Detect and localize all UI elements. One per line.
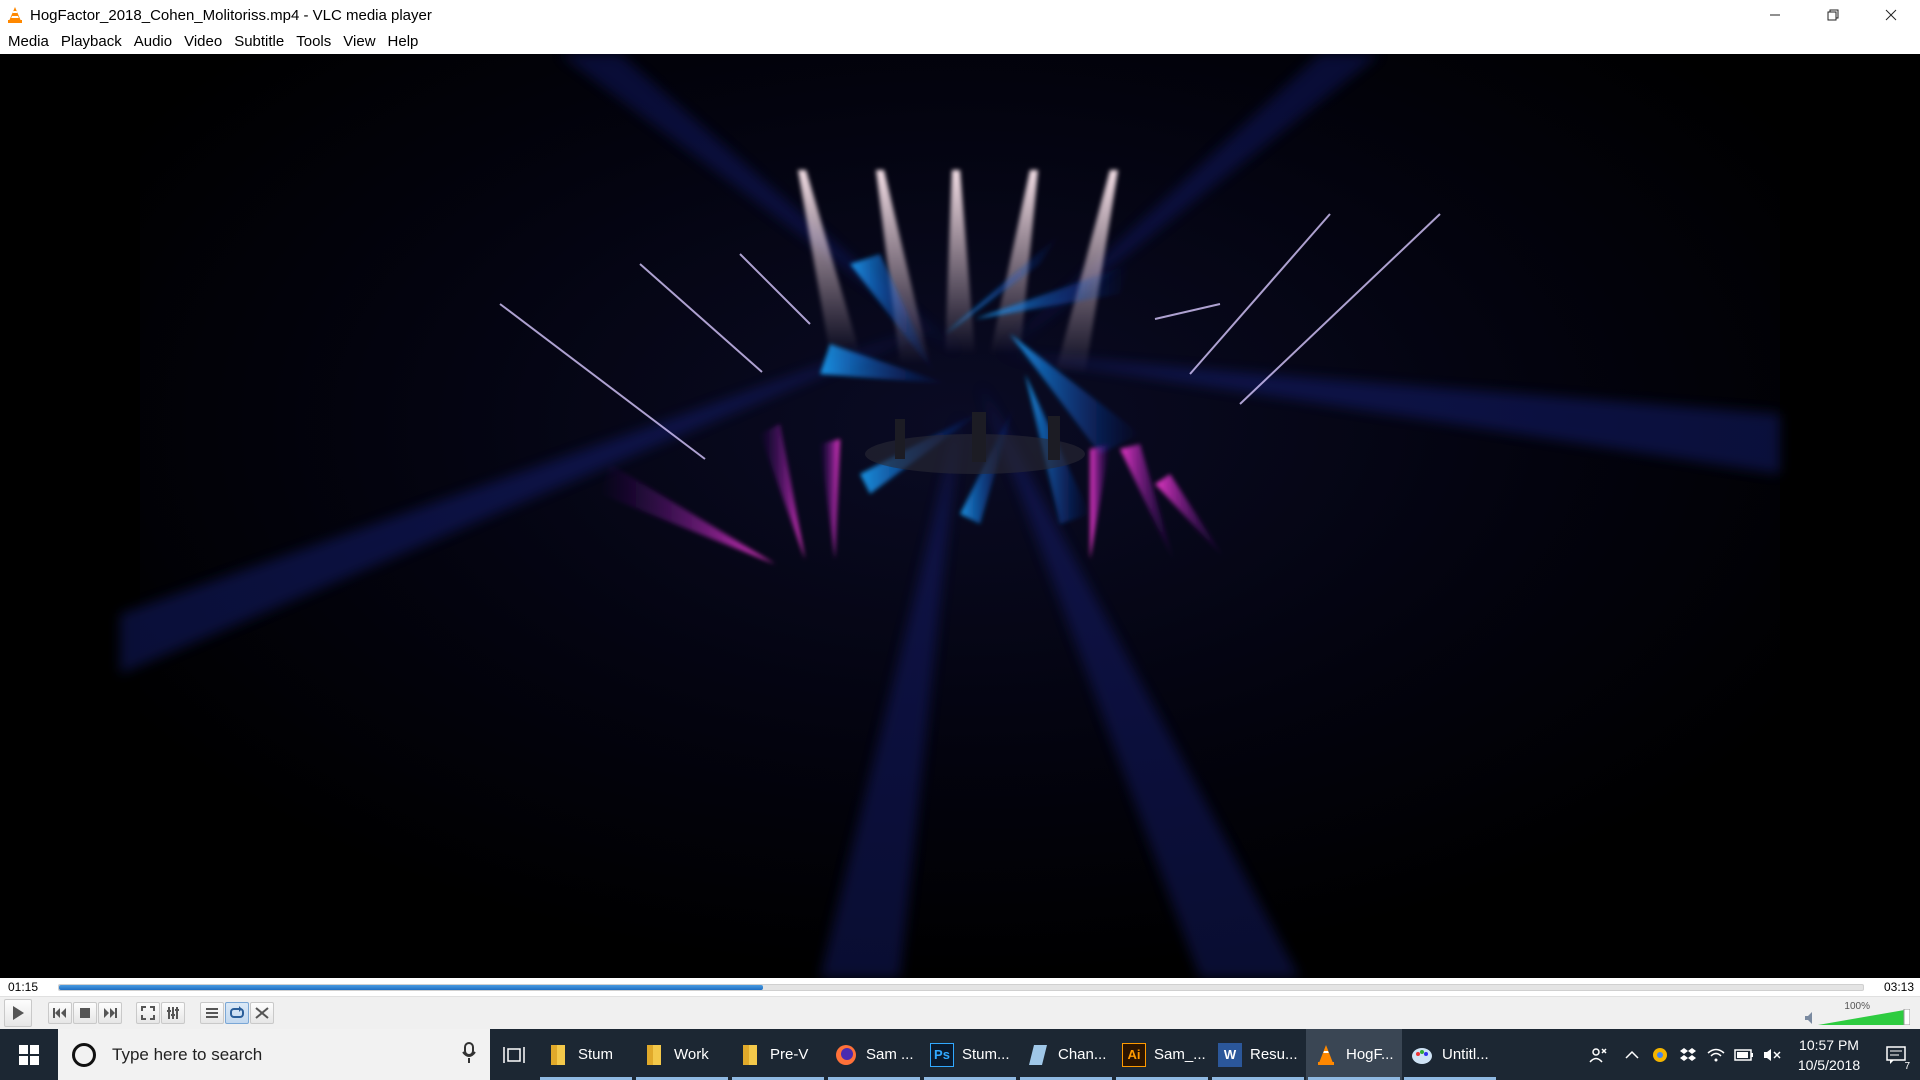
play-icon xyxy=(13,1006,24,1020)
menu-help[interactable]: Help xyxy=(382,30,425,54)
volume-slider[interactable] xyxy=(1818,1009,1910,1025)
previous-icon xyxy=(53,1008,66,1018)
task-view-icon xyxy=(503,1046,525,1063)
taskbar: Type here to search Stum Work Pre-V Sam … xyxy=(0,1029,1920,1080)
menu-bar: Media Playback Audio Video Subtitle Tool… xyxy=(0,30,1920,54)
play-button[interactable] xyxy=(4,999,32,1027)
microphone-icon[interactable] xyxy=(462,1042,476,1064)
extended-settings-button[interactable] xyxy=(161,1002,185,1024)
taskbar-app-label: Stum... xyxy=(962,1046,1010,1063)
menu-view[interactable]: View xyxy=(337,30,381,54)
volume-control[interactable]: 100% xyxy=(1800,1001,1910,1027)
folder-icon xyxy=(738,1043,762,1067)
wifi-icon[interactable] xyxy=(1702,1029,1730,1080)
firefox-icon xyxy=(834,1043,858,1067)
fullscreen-button[interactable] xyxy=(136,1002,160,1024)
fullscreen-icon xyxy=(141,1006,155,1020)
playlist-button[interactable] xyxy=(200,1002,224,1024)
next-button[interactable] xyxy=(98,1002,122,1024)
shuffle-icon xyxy=(255,1007,269,1019)
taskbar-app-vlc[interactable]: HogF... xyxy=(1306,1029,1402,1080)
total-time: 03:13 xyxy=(1883,980,1914,994)
seek-progress-fill xyxy=(59,985,763,990)
taskbar-app-firefox[interactable]: Sam ... xyxy=(826,1029,922,1080)
cortana-icon xyxy=(72,1042,96,1067)
search-box[interactable]: Type here to search xyxy=(58,1029,490,1080)
illustrator-icon: Ai xyxy=(1122,1042,1146,1067)
seek-bar[interactable] xyxy=(58,984,1864,991)
vlc-icon xyxy=(0,0,30,30)
system-tray: 10:57 PM 10/5/2018 7 xyxy=(1578,1029,1920,1080)
taskbar-app-label: Resu... xyxy=(1250,1046,1298,1063)
restore-icon xyxy=(1827,9,1839,21)
vlc-icon xyxy=(1314,1043,1338,1067)
paint-icon xyxy=(1410,1043,1434,1067)
taskbar-app-document[interactable]: Chan... xyxy=(1018,1029,1114,1080)
next-icon xyxy=(104,1008,117,1018)
taskbar-app-label: Chan... xyxy=(1058,1046,1107,1063)
battery-icon[interactable] xyxy=(1730,1029,1758,1080)
chrome-icon[interactable] xyxy=(1646,1029,1674,1080)
video-frame-image xyxy=(0,54,1920,978)
menu-playback[interactable]: Playback xyxy=(55,30,128,54)
task-view-button[interactable] xyxy=(490,1029,538,1080)
seek-row: 01:15 03:13 xyxy=(0,978,1920,996)
photoshop-icon: Ps xyxy=(930,1042,954,1067)
taskbar-app-label: Pre-V xyxy=(770,1046,809,1063)
previous-button[interactable] xyxy=(48,1002,72,1024)
window-title: HogFactor_2018_Cohen_Molitoriss.mp4 - VL… xyxy=(30,6,432,24)
taskbar-app-paint[interactable]: Untitl... xyxy=(1402,1029,1498,1080)
clock-time: 10:57 PM xyxy=(1799,1036,1859,1053)
folder-icon xyxy=(546,1043,570,1067)
menu-media[interactable]: Media xyxy=(2,30,55,54)
document-icon xyxy=(1026,1043,1050,1067)
speaker-icon xyxy=(1805,1012,1812,1024)
close-icon xyxy=(1885,9,1897,21)
menu-tools[interactable]: Tools xyxy=(290,30,337,54)
menu-video[interactable]: Video xyxy=(178,30,228,54)
loop-icon xyxy=(230,1006,244,1018)
windows-icon xyxy=(19,1044,39,1065)
word-icon: W xyxy=(1218,1042,1242,1067)
playlist-icon xyxy=(206,1008,218,1018)
taskbar-app-photoshop[interactable]: Ps Stum... xyxy=(922,1029,1018,1080)
extended-settings-icon xyxy=(167,1007,179,1019)
taskbar-app-label: Work xyxy=(674,1046,709,1063)
stop-icon xyxy=(80,1008,90,1018)
taskbar-app-prev-folder[interactable]: Pre-V xyxy=(730,1029,826,1080)
loop-button[interactable] xyxy=(225,1002,249,1024)
taskbar-app-label: Sam ... xyxy=(866,1046,914,1063)
taskbar-app-label: HogF... xyxy=(1346,1046,1394,1063)
volume-muted-icon[interactable] xyxy=(1758,1029,1786,1080)
menu-subtitle[interactable]: Subtitle xyxy=(228,30,290,54)
playback-controls: 100% xyxy=(0,996,1920,1029)
taskbar-app-stum-folder[interactable]: Stum xyxy=(538,1029,634,1080)
notifications-button[interactable]: 7 xyxy=(1872,1029,1920,1080)
minimize-icon xyxy=(1770,14,1780,16)
shuffle-button[interactable] xyxy=(250,1002,274,1024)
folder-icon xyxy=(642,1043,666,1067)
stop-button[interactable] xyxy=(73,1002,97,1024)
taskbar-app-label: Sam_... xyxy=(1154,1046,1206,1063)
chevron-up-icon[interactable] xyxy=(1618,1029,1646,1080)
video-display[interactable] xyxy=(0,54,1920,978)
taskbar-app-work-folder[interactable]: Work xyxy=(634,1029,730,1080)
clock-date: 10/5/2018 xyxy=(1797,1056,1861,1073)
start-button[interactable] xyxy=(0,1029,58,1080)
minimize-button[interactable] xyxy=(1746,0,1804,30)
search-placeholder: Type here to search xyxy=(112,1044,263,1064)
clock[interactable]: 10:57 PM 10/5/2018 xyxy=(1786,1035,1872,1075)
taskbar-app-label: Untitl... xyxy=(1442,1046,1489,1063)
close-button[interactable] xyxy=(1862,0,1920,30)
people-icon[interactable] xyxy=(1578,1029,1618,1080)
taskbar-app-label: Stum xyxy=(578,1046,614,1063)
menu-audio[interactable]: Audio xyxy=(128,30,178,54)
taskbar-app-word[interactable]: W Resu... xyxy=(1210,1029,1306,1080)
restore-button[interactable] xyxy=(1804,0,1862,30)
dropbox-icon[interactable] xyxy=(1674,1029,1702,1080)
title-bar: HogFactor_2018_Cohen_Molitoriss.mp4 - VL… xyxy=(0,0,1920,30)
elapsed-time: 01:15 xyxy=(8,980,39,994)
notification-count: 7 xyxy=(1902,1061,1912,1072)
taskbar-app-illustrator[interactable]: Ai Sam_... xyxy=(1114,1029,1210,1080)
